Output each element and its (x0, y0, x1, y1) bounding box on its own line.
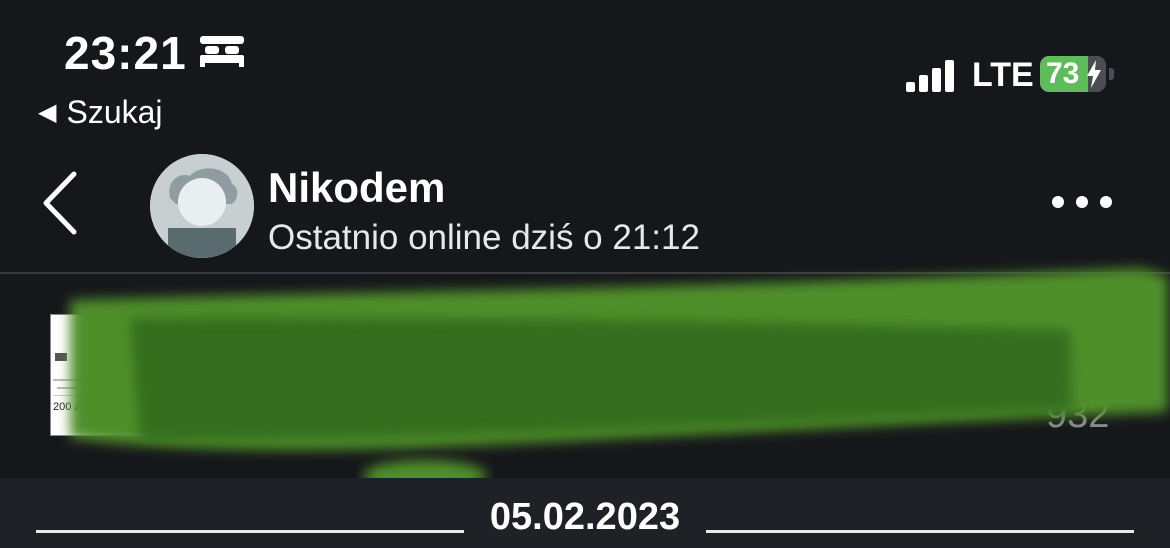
more-dot (1076, 196, 1088, 208)
message-area (0, 274, 1170, 478)
signal-icon (906, 60, 954, 92)
thumbnail-preview (51, 315, 151, 435)
message-time: 932 (1046, 394, 1110, 436)
bed-icon (200, 36, 244, 67)
contact-name[interactable]: Nikodem (268, 164, 445, 212)
date-divider-right (706, 530, 1134, 533)
message-thumbnail[interactable]: 200 zł (50, 314, 152, 436)
chevron-left-icon[interactable] (40, 170, 80, 236)
back-to-app-button[interactable]: ◀ Szukaj (38, 94, 163, 131)
thumbnail-price: 200 zł (53, 401, 83, 413)
charging-bolt-icon (1087, 60, 1101, 88)
battery-charging-icon: 73 (1040, 56, 1106, 92)
avatar-person-icon (150, 154, 254, 258)
status-time: 23:21 (64, 27, 187, 79)
battery-nub (1109, 68, 1114, 80)
battery-percent: 73 (1046, 57, 1080, 90)
contact-status: Ostatnio online dziś o 21:12 (268, 218, 700, 257)
back-triangle-icon: ◀ (38, 99, 57, 126)
more-dot (1100, 196, 1112, 208)
more-dot (1052, 196, 1064, 208)
more-icon[interactable] (1052, 196, 1112, 208)
back-app-label: Szukaj (66, 94, 163, 130)
avatar-placeholder[interactable] (150, 154, 254, 258)
network-type: LTE (972, 56, 1034, 94)
